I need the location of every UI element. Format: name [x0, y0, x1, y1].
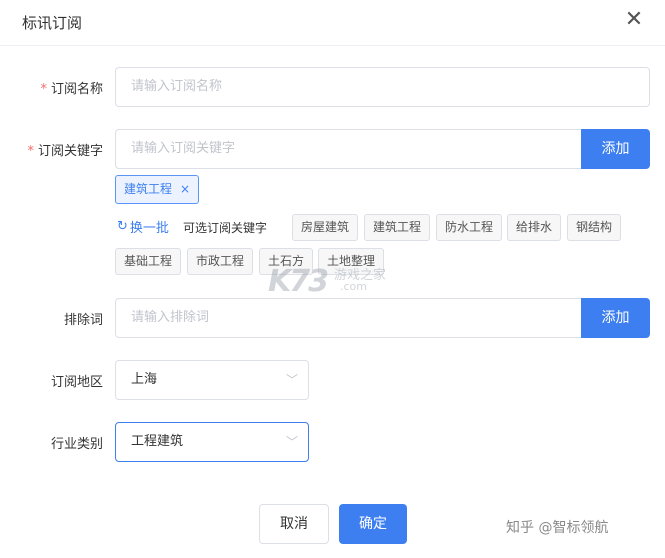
cancel-button[interactable]: 取消 — [259, 504, 329, 544]
refresh-icon: ↻ — [117, 219, 128, 234]
region-value: 上海 — [131, 372, 158, 387]
remove-keyword-icon[interactable]: × — [180, 176, 190, 203]
required-mark: * — [27, 144, 34, 159]
keyword-input[interactable]: 请输入订阅关键字 — [115, 129, 585, 169]
name-label: * 订阅名称 — [13, 78, 103, 97]
source-credit: 知乎 @智标领航 — [506, 520, 609, 536]
suggestion-tag[interactable]: 建筑工程 — [364, 214, 431, 241]
chevron-down-icon: ﹀ — [285, 373, 298, 387]
refresh-label: 换一批 — [129, 221, 169, 236]
dialog-header: 标讯订阅 ✕ — [0, 0, 665, 46]
subscription-dialog: 标讯订阅 ✕ * 订阅名称 请输入订阅名称 * 订阅关键字 请输入订阅关键字 添加 … — [0, 0, 665, 558]
close-icon[interactable]: ✕ — [622, 8, 646, 32]
add-keyword-button[interactable]: 添加 — [581, 129, 650, 169]
confirm-button[interactable]: 确定 — [339, 504, 407, 544]
region-label: 订阅地区 — [50, 375, 103, 390]
selected-keyword-chip: 建筑工程 × — [115, 175, 200, 204]
suggestion-tag[interactable]: 防水工程 — [436, 214, 503, 241]
selected-keyword-label: 建筑工程 — [124, 182, 173, 196]
dialog-title: 标讯订阅 — [22, 14, 83, 32]
watermark-domain: .com — [340, 280, 367, 293]
name-input[interactable]: 请输入订阅名称 — [115, 67, 650, 107]
suggestion-tag[interactable]: 市政工程 — [187, 248, 254, 275]
industry-select[interactable]: 工程建筑 ﹀ — [115, 422, 309, 462]
suggestion-tag[interactable]: 基础工程 — [115, 248, 182, 275]
suggestion-tag[interactable]: 房屋建筑 — [292, 214, 359, 241]
exclude-input[interactable]: 请输入排除词 — [115, 298, 585, 338]
refresh-keywords-button[interactable]: ↻ 换一批 — [117, 217, 169, 236]
required-mark: * — [40, 82, 47, 97]
suggestion-tag[interactable]: 给排水 — [507, 214, 562, 241]
add-exclude-button[interactable]: 添加 — [581, 298, 650, 338]
region-select[interactable]: 上海 ﹀ — [115, 360, 309, 400]
name-label-text: 订阅名称 — [50, 82, 103, 97]
industry-value: 工程建筑 — [131, 434, 184, 449]
watermark-logo: K73 — [268, 264, 329, 299]
keyword-label-text: 订阅关键字 — [37, 144, 103, 159]
industry-label: 行业类别 — [50, 437, 103, 452]
chevron-down-icon: ﹀ — [285, 435, 298, 449]
optional-keywords-label: 可选订阅关键字 — [183, 221, 268, 235]
suggestion-tag[interactable]: 钢结构 — [567, 214, 622, 241]
exclude-label: 排除词 — [63, 313, 103, 328]
k73-watermark: K73 游戏之家 .com — [268, 262, 398, 299]
keyword-label: * 订阅关键字 — [13, 140, 103, 159]
